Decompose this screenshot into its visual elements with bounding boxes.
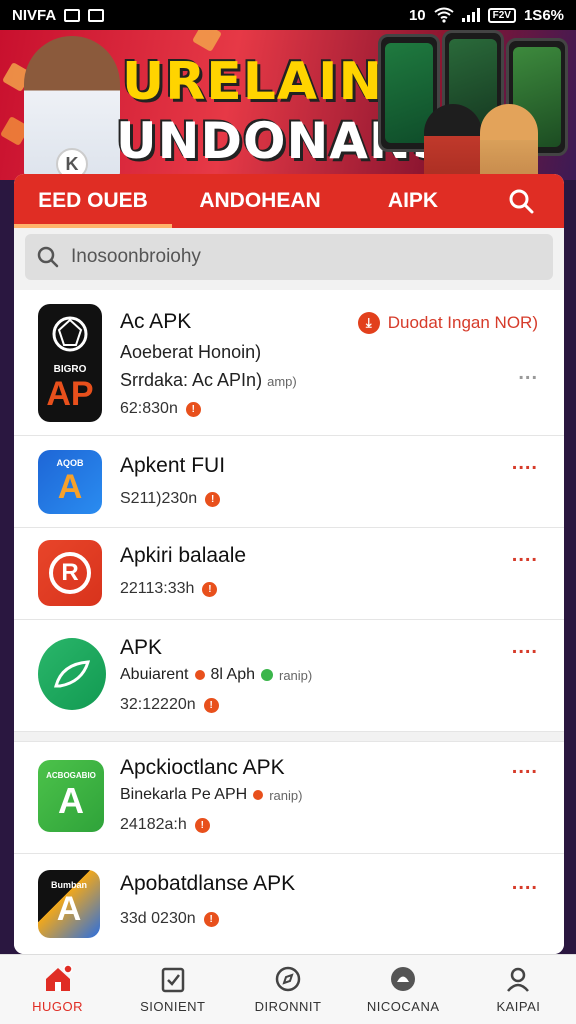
nav-item-home[interactable]: HUGOR bbox=[0, 955, 115, 1024]
tab-bar: EED OUEB ANDOHEAN AIPK bbox=[14, 174, 564, 228]
list-item[interactable]: ACBOGABIO A Apckioctlanc APK Binekarla P… bbox=[14, 742, 564, 854]
app-meta: 33d 0230n! bbox=[120, 910, 219, 928]
app-name: Apckioctlanc APK bbox=[120, 756, 285, 779]
app-icon bbox=[38, 638, 106, 710]
gallery-icon bbox=[64, 8, 81, 22]
clipboard-check-icon bbox=[161, 967, 185, 993]
list-item[interactable]: BIGRO AP Ac APK Aoeberat Honoin) Srrdaka… bbox=[14, 290, 564, 436]
update-dot-icon: ! bbox=[185, 401, 201, 417]
list-item[interactable]: AQOB A Apkent FUI S211)230n! .... bbox=[14, 436, 564, 528]
app-icon: AQOB A bbox=[38, 450, 102, 514]
search-placeholder: Inosoonbroiohy bbox=[71, 246, 201, 267]
decorative-shape bbox=[191, 30, 223, 53]
app-icon: R bbox=[38, 540, 102, 606]
bottom-navigation: HUGOR SIONIENT DIRONNIT NICOCANA KAIPAI bbox=[0, 954, 576, 1024]
search-icon bbox=[37, 246, 59, 268]
battery-percent: 1S6% bbox=[523, 6, 564, 24]
nav-item-kaipai[interactable]: KAIPAI bbox=[461, 955, 576, 1024]
more-menu-button[interactable]: .... bbox=[512, 872, 538, 895]
home-icon bbox=[45, 965, 73, 991]
tab-andohean[interactable]: ANDOHEAN bbox=[172, 174, 348, 228]
carrier-label: NIVFA bbox=[12, 6, 57, 24]
app-name: Ac APK bbox=[120, 310, 192, 333]
notification-icon bbox=[88, 8, 105, 22]
app-meta: 32:12220n! bbox=[120, 696, 219, 714]
battery-icon: F2V bbox=[487, 7, 516, 23]
more-menu-button[interactable]: .... bbox=[512, 452, 538, 475]
app-meta: 22113:33h! bbox=[120, 580, 218, 598]
search-input[interactable]: Inosoonbroiohy bbox=[25, 234, 553, 280]
app-name: Apobatdlanse APK bbox=[120, 872, 296, 895]
download-icon: ⤓ bbox=[357, 312, 380, 334]
list-item[interactable]: APK Abuiarent 8l Aph ranip) 32:12220n! .… bbox=[14, 620, 564, 732]
tab-aipk[interactable]: AIPK bbox=[348, 174, 478, 228]
app-name: Apkiri balaale bbox=[120, 544, 247, 567]
app-subtitle: Abuiarent 8l Aph ranip) bbox=[120, 666, 313, 683]
user-icon bbox=[507, 967, 530, 992]
search-button[interactable] bbox=[478, 174, 564, 228]
update-dot-icon: ! bbox=[203, 911, 219, 927]
list-item[interactable]: R Apkiri balaale 22113:33h! .... bbox=[14, 528, 564, 620]
app-name: Apkent FUI bbox=[120, 454, 226, 477]
logo-icon bbox=[52, 316, 88, 352]
update-dot-icon: ! bbox=[205, 491, 221, 507]
search-bar-container: Inosoonbroiohy bbox=[14, 228, 564, 290]
app-subtitle: Aoeberat Honoin) bbox=[120, 342, 262, 362]
list-item[interactable]: Bumban A Apobatdlanse APK 33d 0230n! ...… bbox=[14, 854, 564, 954]
app-list-card: EED OUEB ANDOHEAN AIPK Inosoonbroiohy BI… bbox=[14, 174, 564, 954]
app-subtitle: Binekarla Pe APH ranip) bbox=[120, 786, 303, 803]
app-icon: BIGRO AP bbox=[38, 304, 102, 422]
app-name: APK bbox=[120, 636, 163, 659]
update-dot-icon: ! bbox=[194, 817, 210, 833]
person-image bbox=[424, 104, 482, 180]
leaf-icon bbox=[54, 660, 91, 688]
app-meta: 24182a:h! bbox=[120, 816, 210, 834]
more-menu-button[interactable]: .... bbox=[512, 756, 538, 779]
signal-icon bbox=[461, 8, 480, 22]
app-icon: Bumban A bbox=[38, 870, 100, 938]
more-menu-button[interactable]: .... bbox=[512, 544, 538, 567]
update-dot-icon: ! bbox=[202, 581, 218, 597]
search-icon bbox=[509, 189, 534, 214]
status-time-left: 10 bbox=[408, 6, 426, 24]
app-meta: S211)230n! bbox=[120, 490, 221, 508]
more-menu-button[interactable]: ... bbox=[518, 362, 538, 385]
nav-item-nicocana[interactable]: NICOCANA bbox=[346, 955, 461, 1024]
more-menu-button[interactable]: .... bbox=[512, 636, 538, 659]
wifi-icon bbox=[434, 7, 454, 23]
app-meta: 62:830n! bbox=[120, 400, 201, 418]
person-image bbox=[480, 104, 538, 180]
nav-item-sionient[interactable]: SIONIENT bbox=[115, 955, 230, 1024]
update-dot-icon: ! bbox=[203, 697, 219, 713]
download-button[interactable]: ⤓ Duodat Ingan NOR) bbox=[357, 312, 538, 334]
app-list: BIGRO AP Ac APK Aoeberat Honoin) Srrdaka… bbox=[14, 290, 564, 954]
app-subtitle: Srrdaka: Ac APIn) amp) bbox=[120, 370, 297, 390]
tab-eed-oueb[interactable]: EED OUEB bbox=[14, 174, 172, 228]
app-icon: ACBOGABIO A bbox=[38, 760, 104, 832]
status-bar: NIVFA 10 F2V 1S6% bbox=[0, 0, 576, 30]
nav-item-dironnit[interactable]: DIRONNIT bbox=[230, 955, 345, 1024]
android-icon bbox=[391, 967, 416, 991]
section-divider bbox=[14, 732, 564, 742]
promo-banner[interactable]: K URELAINA UNDONANSIA bbox=[0, 30, 576, 180]
compass-icon bbox=[275, 966, 301, 992]
